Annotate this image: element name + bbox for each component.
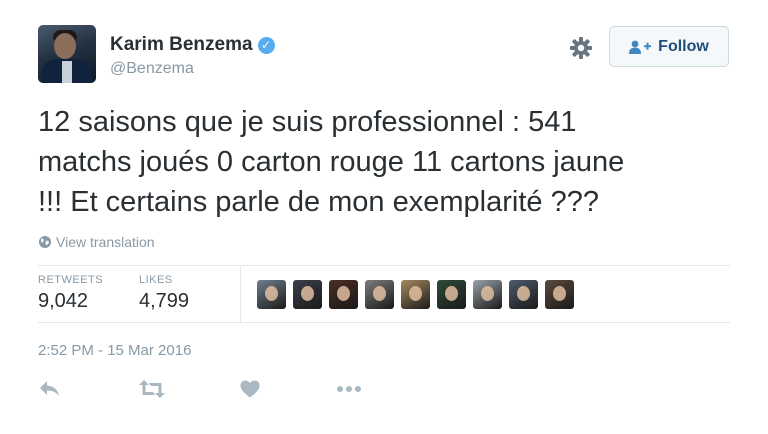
author-name[interactable]: Karim Benzema	[110, 34, 253, 56]
liker-avatar[interactable]	[401, 280, 430, 309]
verified-badge-icon: ✓	[257, 36, 275, 54]
gear-icon[interactable]	[569, 36, 593, 60]
follow-label: Follow	[658, 37, 709, 55]
avatar[interactable]	[38, 25, 96, 83]
retweet-icon[interactable]	[139, 380, 165, 398]
liker-face	[481, 286, 494, 301]
divider	[38, 322, 730, 323]
globe-icon	[39, 236, 51, 248]
author-name-row[interactable]: Karim Benzema ✓	[110, 34, 275, 56]
retweets-stat[interactable]: RETWEETS 9,042	[38, 274, 103, 313]
liker-avatar[interactable]	[473, 280, 502, 309]
heart-icon[interactable]	[240, 380, 260, 398]
liker-face	[301, 286, 314, 301]
view-translation-label: View translation	[56, 234, 155, 250]
likes-stat[interactable]: LIKES 4,799	[139, 274, 189, 313]
tweet-line: !!! Et certains parle de mon exemplarité…	[38, 186, 599, 218]
liker-avatar[interactable]	[293, 280, 322, 309]
liker-face	[445, 286, 458, 301]
retweets-label: RETWEETS	[38, 274, 104, 286]
avatar-head	[54, 33, 76, 59]
avatar-jersey	[62, 61, 72, 83]
likers-avatars	[257, 280, 581, 309]
liker-avatar[interactable]	[257, 280, 286, 309]
divider	[38, 265, 730, 266]
follow-button[interactable]: Follow	[609, 26, 729, 67]
tweet-text: 12 saisons que je suis professionnel : 5…	[38, 102, 738, 222]
liker-face	[553, 286, 566, 301]
view-translation-link[interactable]: View translation	[38, 234, 155, 250]
tweet-line: matchs joués 0 carton rouge 11 cartons j…	[38, 146, 625, 178]
likes-label: LIKES	[139, 274, 173, 286]
liker-face	[337, 286, 350, 301]
follow-user-icon	[629, 40, 652, 54]
stats-divider	[240, 266, 241, 322]
liker-face	[517, 286, 530, 301]
author-handle[interactable]: @Benzema	[110, 60, 194, 78]
likes-count: 4,799	[139, 290, 190, 312]
liker-avatar[interactable]	[437, 280, 466, 309]
tweet-timestamp[interactable]: 2:52 PM - 15 Mar 2016	[38, 342, 191, 359]
liker-avatar[interactable]	[329, 280, 358, 309]
tweet-line: 12 saisons que je suis professionnel : 5…	[38, 106, 577, 138]
liker-face	[265, 286, 278, 301]
more-icon[interactable]	[336, 380, 362, 398]
liker-face	[409, 286, 422, 301]
liker-avatar[interactable]	[545, 280, 574, 309]
liker-face	[373, 286, 386, 301]
liker-avatar[interactable]	[509, 280, 538, 309]
retweets-count: 9,042	[38, 290, 89, 312]
liker-avatar[interactable]	[365, 280, 394, 309]
reply-icon[interactable]	[39, 380, 61, 398]
